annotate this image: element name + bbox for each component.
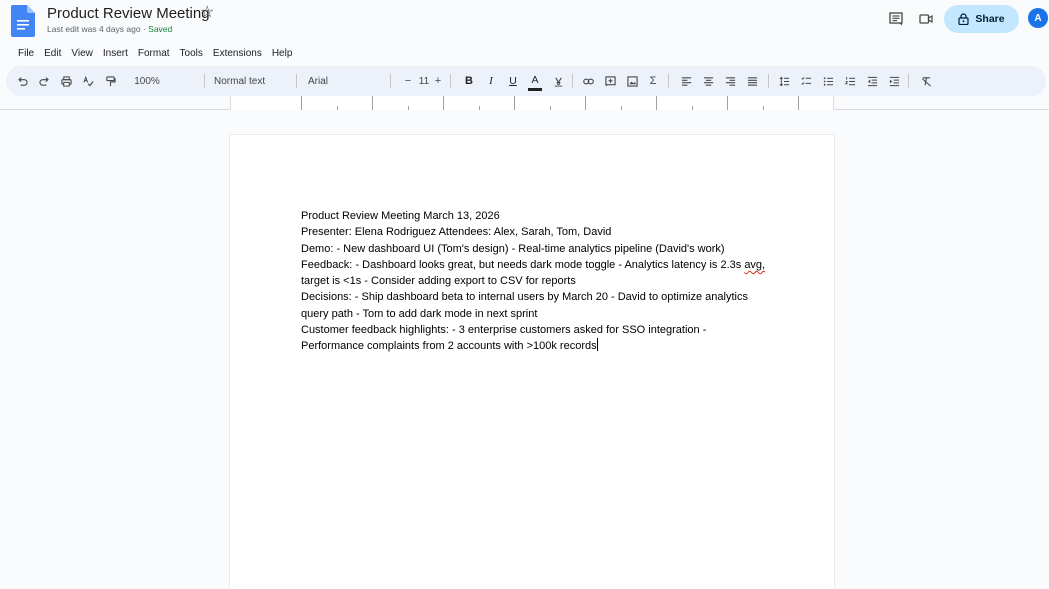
redo-icon[interactable]: [36, 66, 52, 96]
underline-button[interactable]: U: [506, 66, 520, 96]
align-right-icon[interactable]: [722, 66, 738, 96]
style-select[interactable]: Normal text: [214, 66, 274, 96]
font-size-input[interactable]: 11: [416, 66, 432, 96]
ruler-tick: [337, 106, 338, 110]
text-color-button[interactable]: A: [528, 71, 542, 91]
saved-status: Saved: [148, 24, 173, 34]
toolbar-divider: [768, 74, 769, 88]
document-page[interactable]: Product Review Meeting March 13, 2026 Pr…: [230, 135, 834, 589]
toolbar-divider: [908, 74, 909, 88]
menu-extensions[interactable]: Extensions: [208, 46, 267, 62]
doc-line: Presenter: Elena Rodriguez Attendees: Al…: [301, 226, 612, 239]
ruler-tick: [692, 106, 693, 110]
toolbar-divider: [390, 74, 391, 88]
menu-format[interactable]: Format: [133, 46, 175, 62]
sigma-icon[interactable]: Σ: [646, 66, 660, 96]
decrease-font-size-button[interactable]: −: [402, 66, 414, 96]
docs-logo-icon[interactable]: [11, 5, 35, 37]
clear-formatting-icon[interactable]: [918, 66, 934, 96]
zoom-select[interactable]: 100%: [130, 66, 164, 96]
paint-format-icon[interactable]: [102, 66, 118, 96]
ruler-tick: [585, 96, 586, 110]
ruler-tick: [550, 106, 551, 110]
menu-help[interactable]: Help: [267, 46, 298, 62]
doc-line: Customer feedback highlights: - 3 enterp…: [301, 324, 707, 337]
justify-icon[interactable]: [744, 66, 760, 96]
italic-button[interactable]: I: [484, 66, 498, 96]
misspelled-word[interactable]: avg,: [744, 259, 765, 271]
ruler-tick: [727, 96, 728, 110]
toolbar-divider: [668, 74, 669, 88]
doc-line: query path - Tom to add dark mode in nex…: [301, 307, 538, 320]
account-avatar[interactable]: A: [1028, 8, 1048, 28]
last-edit-status[interactable]: Last edit was 4 days ago · Saved: [47, 24, 172, 34]
ruler-margin-marker[interactable]: [798, 96, 799, 110]
link-icon[interactable]: [580, 66, 596, 96]
last-edit-text: Last edit was 4 days ago: [47, 24, 141, 34]
comments-icon[interactable]: [889, 12, 903, 26]
increase-font-size-button[interactable]: +: [432, 66, 444, 96]
ruler-tick: [479, 106, 480, 110]
ruler-tick: [443, 96, 444, 110]
line-spacing-icon[interactable]: [776, 66, 792, 96]
doc-line: target is <1s - Consider adding export t…: [301, 275, 576, 288]
ruler-tick: [372, 96, 373, 110]
toolbar-divider: [450, 74, 451, 88]
menu-bar: File Edit View Insert Format Tools Exten…: [0, 46, 297, 62]
comment-add-icon[interactable]: [602, 66, 618, 96]
align-center-icon[interactable]: [700, 66, 716, 96]
doc-line: Demo: - New dashboard UI (Tom's design) …: [301, 242, 725, 255]
document-body[interactable]: Product Review Meeting March 13, 2026 Pr…: [301, 208, 781, 355]
horizontal-ruler: [0, 96, 1049, 110]
decrease-indent-icon[interactable]: [864, 66, 880, 96]
menu-edit[interactable]: Edit: [39, 46, 66, 62]
title-bar: Product Review Meeting ☆ Last edit was 4…: [0, 0, 1049, 44]
ruler-margin-marker[interactable]: [301, 96, 302, 110]
text-cursor: [596, 338, 598, 352]
ruler-tick: [763, 106, 764, 110]
document-canvas: Product Review Meeting March 13, 2026 Pr…: [0, 111, 1049, 589]
doc-line: Product Review Meeting March 13, 2026: [301, 210, 500, 222]
bold-button[interactable]: B: [462, 66, 476, 96]
toolbar-divider: [572, 74, 573, 88]
undo-icon[interactable]: [14, 66, 30, 96]
menu-insert[interactable]: Insert: [98, 46, 133, 62]
doc-line-text: Feedback: - Dashboard looks great, but n…: [301, 258, 742, 271]
ruler-tick: [408, 106, 409, 110]
document-title[interactable]: Product Review Meeting: [47, 5, 210, 23]
toolbar-divider: [296, 74, 297, 88]
status-separator: ·: [142, 24, 146, 34]
increase-indent-icon[interactable]: [886, 66, 902, 96]
share-label: Share: [975, 13, 1005, 25]
ruler-tick: [514, 96, 515, 110]
image-icon[interactable]: [624, 66, 640, 96]
bulleted-list-icon[interactable]: [820, 66, 836, 96]
meet-icon[interactable]: [919, 13, 933, 25]
doc-line-text: Performance complaints from 2 accounts w…: [301, 340, 597, 353]
menu-view[interactable]: View: [66, 46, 98, 62]
ruler-page-area[interactable]: [230, 96, 834, 110]
menu-file[interactable]: File: [0, 46, 39, 62]
spellcheck-icon[interactable]: [80, 66, 96, 96]
doc-line: Performance complaints from 2 accounts w…: [301, 338, 781, 354]
font-select[interactable]: Arial: [308, 66, 348, 96]
highlight-color-icon[interactable]: [550, 66, 566, 96]
toolbar-divider: [204, 74, 205, 88]
checklist-icon[interactable]: [798, 66, 814, 96]
ruler-tick: [656, 96, 657, 110]
numbered-list-icon[interactable]: [842, 66, 858, 96]
share-button[interactable]: Share: [944, 5, 1019, 33]
ruler-tick: [621, 106, 622, 110]
lock-icon: [958, 13, 970, 25]
align-left-icon[interactable]: [678, 66, 694, 96]
doc-line: Decisions: - Ship dashboard beta to inte…: [301, 291, 748, 304]
doc-line: Feedback: - Dashboard looks great, but n…: [301, 257, 781, 273]
toolbar: 100% Normal text Arial − 11 + B I U A Σ: [6, 66, 1046, 96]
print-icon[interactable]: [58, 66, 74, 96]
menu-tools[interactable]: Tools: [175, 46, 208, 62]
star-icon[interactable]: ☆: [200, 4, 214, 22]
